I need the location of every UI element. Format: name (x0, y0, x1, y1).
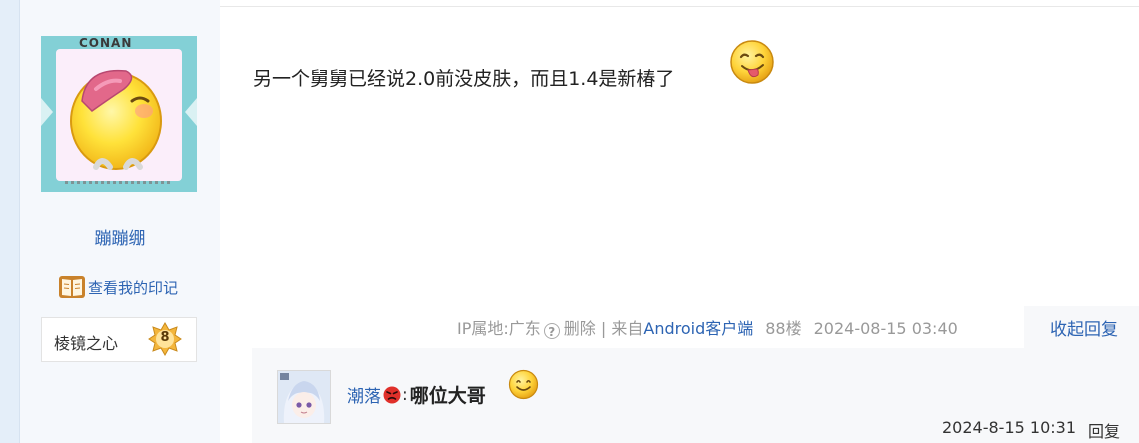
member-badge[interactable]: 棱镜之心 8 (41, 317, 197, 362)
from-prefix: 来自 (611, 319, 644, 338)
badge-name: 棱镜之心 (54, 334, 119, 353)
avatar-brand-text: CONAN (79, 36, 133, 50)
floor-number: 88楼 (765, 319, 802, 338)
ip-location: IP属地:广东 (457, 319, 541, 338)
reply-content-line: 潮落 : 哪位大哥 (347, 381, 486, 408)
post-datetime: 2024-08-15 03:40 (813, 319, 958, 338)
avatar-footer-strip (65, 181, 173, 184)
question-circle-icon[interactable]: ? (543, 323, 560, 339)
tongue-out-face-image (70, 69, 162, 170)
view-imprint-link[interactable]: 查看我的印记 (58, 274, 178, 300)
reply-colon: : (402, 384, 408, 405)
reply-text: 哪位大哥 (409, 385, 486, 407)
reply-user-avatar[interactable] (277, 370, 331, 424)
reply-datetime: 2024-8-15 10:31 (942, 418, 1076, 437)
avatar-frame (56, 49, 182, 181)
anime-girl-avatar-image (278, 371, 330, 423)
collapse-replies-button[interactable]: 收起回复 (1050, 315, 1118, 340)
imprint-label: 查看我的印记 (88, 278, 179, 297)
smile-emoji-icon (508, 369, 539, 400)
reply-username[interactable]: 潮落 (347, 382, 381, 407)
badge-level: 8 (160, 330, 170, 345)
page-left-edge (0, 0, 20, 443)
client-link[interactable]: Android客户端 (643, 319, 753, 338)
meta-separator: | (600, 319, 607, 338)
tongue-out-emoji-icon (730, 40, 774, 84)
avatar-decoration-left (41, 98, 53, 126)
reply-button[interactable]: 回复 (1088, 418, 1120, 442)
angry-face-icon (383, 386, 401, 403)
book-icon (59, 276, 85, 298)
post-meta: IP属地:广东? 删除 | 来自Android客户端 88楼 2024-08-15 0… (457, 315, 958, 339)
author-username[interactable]: 蹦蹦绷 (20, 224, 220, 249)
delete-link[interactable]: 删除 (564, 319, 596, 338)
top-divider (220, 6, 1139, 7)
author-avatar[interactable]: CONAN (41, 36, 197, 192)
avatar-decoration-right (185, 98, 197, 126)
post-content: 另一个舅舅已经说2.0前没皮肤，而且1.4是新椿了 (253, 68, 675, 90)
